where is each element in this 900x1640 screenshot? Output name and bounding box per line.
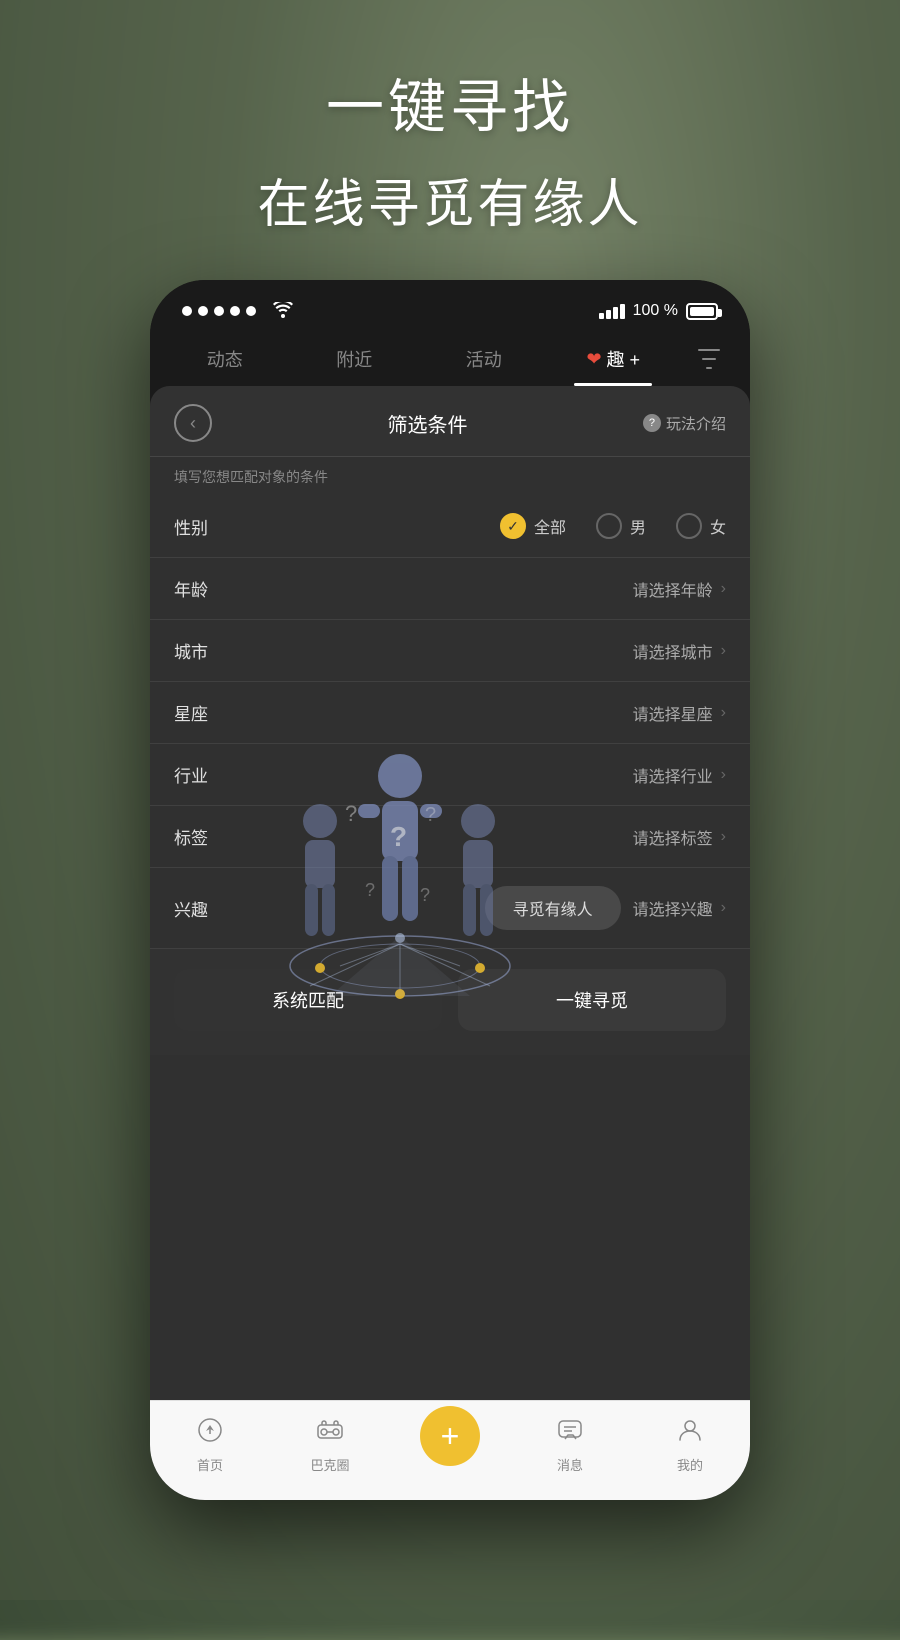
filter-row-city[interactable]: 城市 请选择城市 › bbox=[150, 620, 750, 682]
interest-placeholder: 请选择兴趣 bbox=[633, 896, 713, 920]
gender-label: 性别 bbox=[174, 514, 234, 539]
bottom-nav: 首页 巴克圈 + bbox=[150, 1400, 750, 1500]
filter-row-tags[interactable]: 标签 请选择标签 › bbox=[150, 806, 750, 868]
star-placeholder: 请选择星座 bbox=[633, 701, 713, 725]
system-match-button[interactable]: 系统匹配 bbox=[174, 969, 442, 1031]
gender-male-label: 男 bbox=[630, 514, 646, 538]
industry-content: 请选择行业 › bbox=[234, 763, 726, 787]
home-icon bbox=[197, 1417, 223, 1450]
industry-chevron-icon: › bbox=[721, 766, 726, 784]
help-label: 玩法介绍 bbox=[666, 413, 726, 434]
gender-female-label: 女 bbox=[710, 514, 726, 538]
gender-all-label: 全部 bbox=[534, 514, 566, 538]
bottom-bakequan[interactable]: 巴克圈 bbox=[270, 1417, 390, 1484]
status-dot bbox=[198, 306, 208, 316]
interest-label: 兴趣 bbox=[174, 896, 234, 921]
filter-row-star[interactable]: 星座 请选择星座 › bbox=[150, 682, 750, 744]
industry-placeholder: 请选择行业 bbox=[633, 763, 713, 787]
panel-header: ‹ 筛选条件 ? 玩法介绍 bbox=[150, 386, 750, 457]
battery-icon bbox=[686, 303, 718, 320]
filter-row-industry[interactable]: 行业 请选择行业 › bbox=[150, 744, 750, 806]
bottom-home[interactable]: 首页 bbox=[150, 1417, 270, 1484]
mine-label: 我的 bbox=[677, 1455, 703, 1474]
industry-label: 行业 bbox=[174, 762, 234, 787]
radio-all: ✓ bbox=[500, 513, 526, 539]
signal-icon bbox=[599, 304, 625, 319]
filter-row-gender: 性别 ✓ 全部 男 女 bbox=[150, 495, 750, 558]
help-circle-icon: ? bbox=[643, 414, 661, 432]
add-button[interactable]: + bbox=[420, 1406, 480, 1466]
sub-hint: 填写您想匹配对象的条件 bbox=[150, 457, 750, 495]
interest-chevron-icon: › bbox=[721, 899, 726, 917]
city-label: 城市 bbox=[174, 638, 234, 663]
gender-all[interactable]: ✓ 全部 bbox=[500, 513, 566, 539]
radio-female bbox=[676, 513, 702, 539]
bottom-add[interactable]: + bbox=[390, 1406, 510, 1496]
filter-row-interest: 兴趣 寻觅有缘人 请选择兴趣 › bbox=[150, 868, 750, 949]
tab-dongtai[interactable]: 动态 bbox=[160, 334, 290, 386]
filter-button[interactable] bbox=[678, 334, 740, 386]
hero-section: 一键寻找 在线寻觅有缘人 bbox=[0, 60, 900, 237]
status-dot bbox=[230, 306, 240, 316]
filter-row-age[interactable]: 年龄 请选择年龄 › bbox=[150, 558, 750, 620]
check-icon: ✓ bbox=[507, 518, 519, 535]
wifi-icon bbox=[272, 298, 294, 324]
star-chevron-icon: › bbox=[721, 704, 726, 722]
help-link[interactable]: ? 玩法介绍 bbox=[643, 413, 726, 434]
action-buttons: 系统匹配 一键寻觅 bbox=[150, 949, 750, 1055]
heart-icon: ❤ bbox=[586, 349, 601, 370]
tags-chevron-icon: › bbox=[721, 828, 726, 846]
star-content: 请选择星座 › bbox=[234, 701, 726, 725]
city-placeholder: 请选择城市 bbox=[633, 639, 713, 663]
nav-tabs: 动态 附近 活动 ❤ 趣 + bbox=[150, 334, 750, 386]
gender-female[interactable]: 女 bbox=[676, 513, 726, 539]
bakequan-icon bbox=[316, 1417, 344, 1450]
tab-qu[interactable]: ❤ 趣 + bbox=[549, 334, 679, 386]
city-chevron-icon: › bbox=[721, 642, 726, 660]
radio-male bbox=[596, 513, 622, 539]
message-icon bbox=[557, 1417, 583, 1450]
status-dot bbox=[214, 306, 224, 316]
age-label: 年龄 bbox=[174, 576, 234, 601]
city-content: 请选择城市 › bbox=[234, 639, 726, 663]
bottom-message[interactable]: 消息 bbox=[510, 1417, 630, 1484]
bakequan-label: 巴克圈 bbox=[310, 1455, 349, 1474]
home-label: 首页 bbox=[197, 1455, 223, 1474]
back-icon: ‹ bbox=[190, 413, 196, 434]
gender-options: ✓ 全部 男 女 bbox=[234, 513, 726, 539]
tab-huodong[interactable]: 活动 bbox=[419, 334, 549, 386]
interest-content: 寻觅有缘人 请选择兴趣 › bbox=[234, 886, 726, 930]
tags-label: 标签 bbox=[174, 824, 234, 849]
tags-placeholder: 请选择标签 bbox=[633, 825, 713, 849]
mine-icon bbox=[677, 1417, 703, 1450]
status-dot bbox=[182, 306, 192, 316]
one-key-search-button[interactable]: 一键寻觅 bbox=[458, 969, 726, 1031]
age-chevron-icon: › bbox=[721, 580, 726, 598]
back-button[interactable]: ‹ bbox=[174, 404, 212, 442]
age-placeholder: 请选择年龄 bbox=[633, 577, 713, 601]
phone-mockup: 100 % 动态 附近 活动 ❤ 趣 + bbox=[150, 280, 750, 1500]
tags-content: 请选择标签 › bbox=[234, 825, 726, 849]
filter-panel: ? ? ? ? ? ‹ 筛选条件 ? 玩法介绍 bbox=[150, 386, 750, 1500]
hero-line2: 在线寻觅有缘人 bbox=[0, 162, 900, 237]
add-icon: + bbox=[441, 1420, 460, 1452]
age-content: 请选择年龄 › bbox=[234, 577, 726, 601]
tab-fujin[interactable]: 附近 bbox=[290, 334, 420, 386]
star-label: 星座 bbox=[174, 700, 234, 725]
gender-male[interactable]: 男 bbox=[596, 513, 646, 539]
interest-button[interactable]: 寻觅有缘人 bbox=[485, 886, 621, 930]
status-bar: 100 % bbox=[150, 280, 750, 334]
battery-percent: 100 % bbox=[633, 302, 678, 320]
panel-title: 筛选条件 bbox=[212, 409, 643, 438]
status-dot bbox=[246, 306, 256, 316]
bottom-mine[interactable]: 我的 bbox=[630, 1417, 750, 1484]
hero-line1: 一键寻找 bbox=[0, 60, 900, 144]
message-label: 消息 bbox=[557, 1455, 583, 1474]
